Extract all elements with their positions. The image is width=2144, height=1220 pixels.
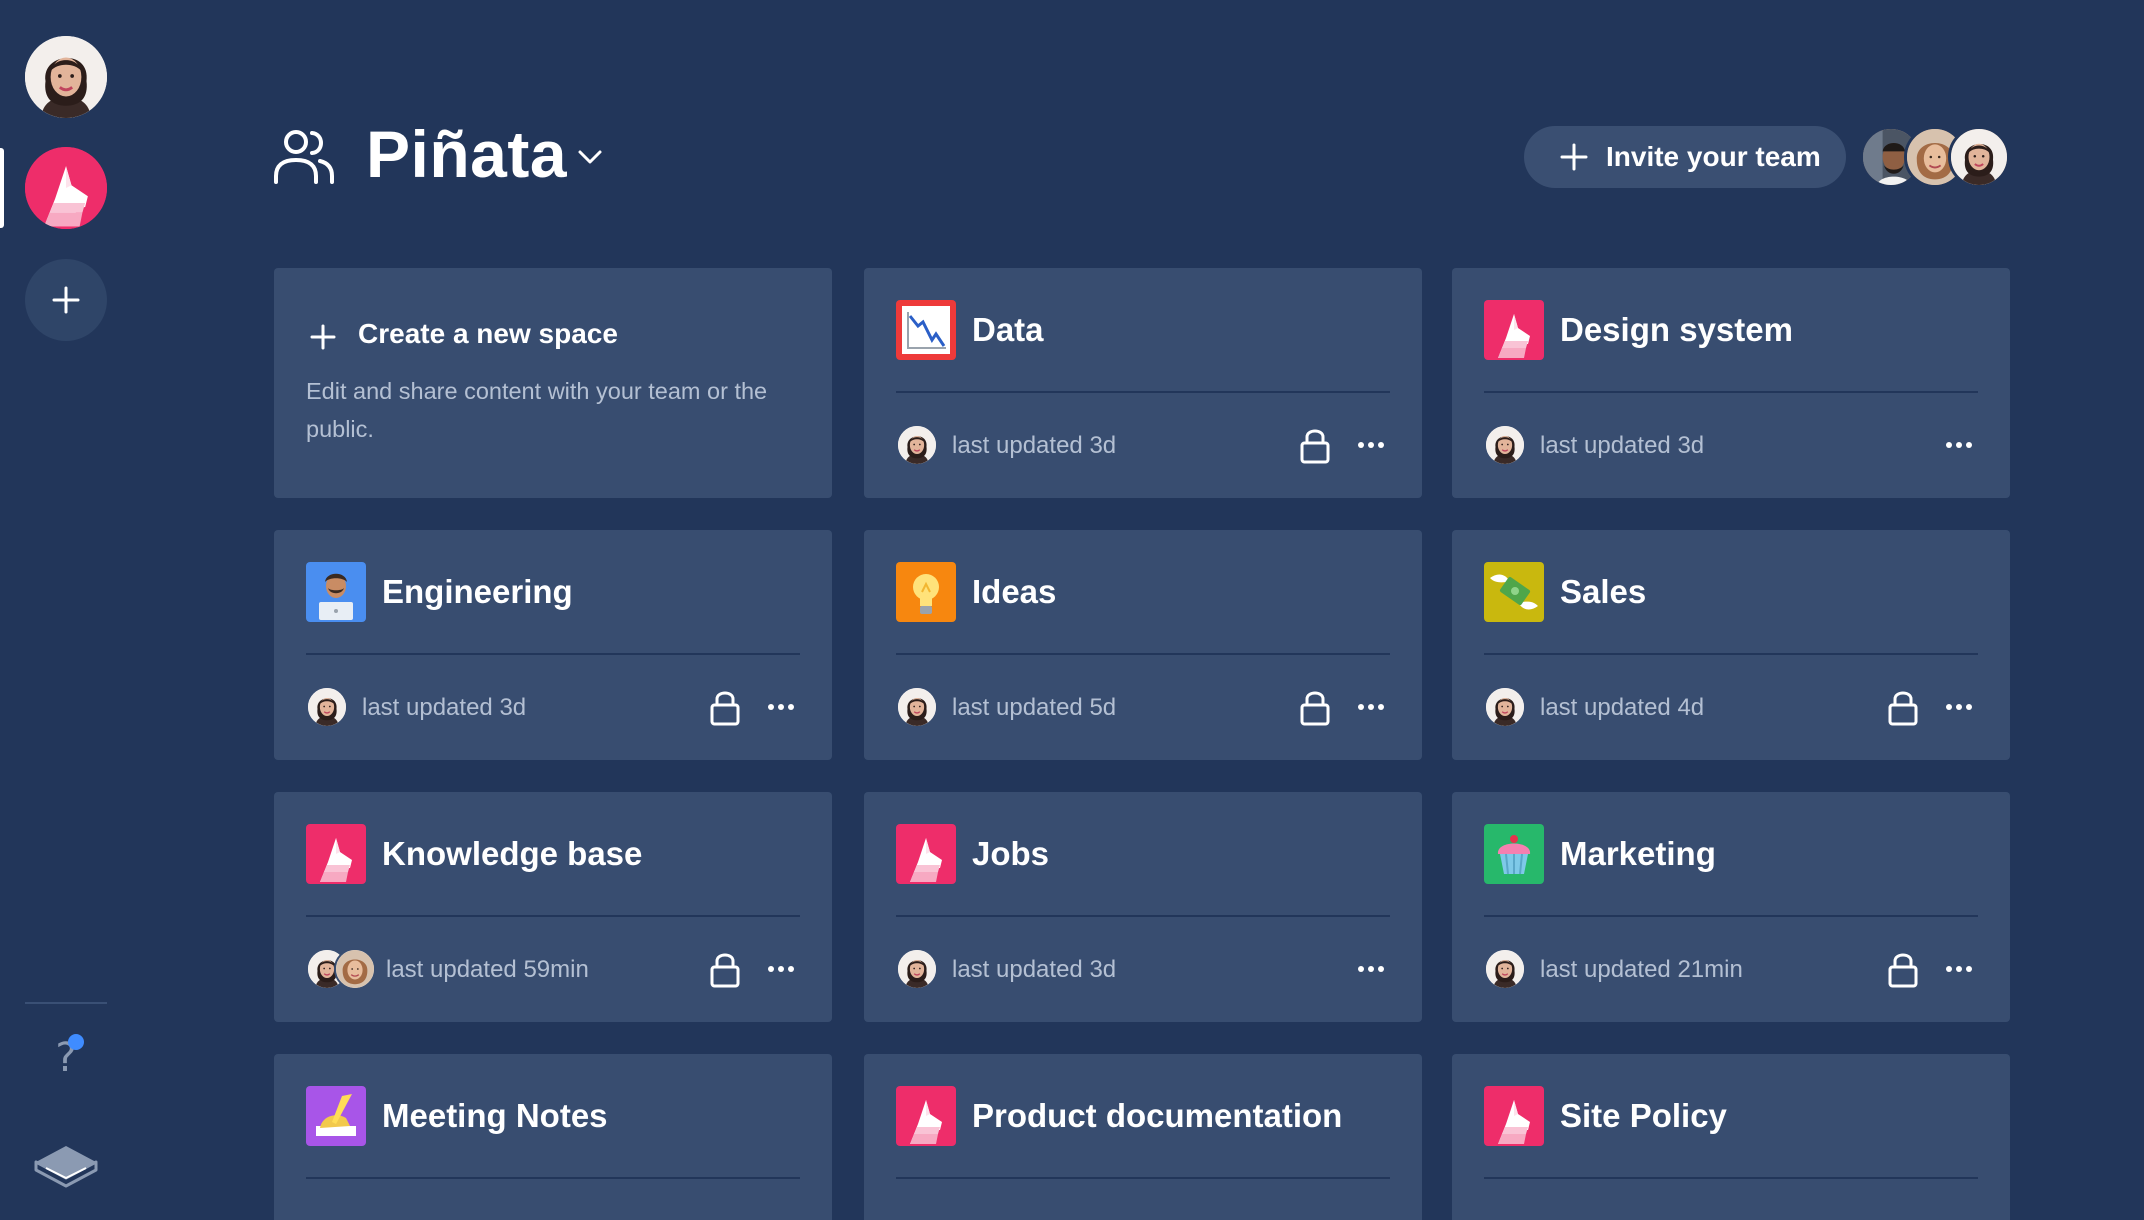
plus-icon bbox=[310, 324, 336, 350]
help-button[interactable]: ? bbox=[42, 1030, 90, 1086]
chart-down-icon bbox=[896, 300, 956, 360]
space-card-jobs[interactable]: Jobs last updated 3d bbox=[864, 792, 1422, 1022]
lock-icon bbox=[708, 950, 742, 988]
last-updated-text: last updated 21min bbox=[1540, 956, 1743, 983]
more-options-icon[interactable] bbox=[1944, 696, 1974, 718]
space-card-meeting-notes[interactable]: Meeting Notes bbox=[274, 1054, 832, 1220]
avatar bbox=[896, 686, 938, 728]
plus-icon bbox=[52, 286, 80, 314]
left-rail: ? bbox=[0, 0, 132, 1220]
workspace-pinata-button[interactable] bbox=[25, 147, 107, 229]
pinata-logo-icon bbox=[306, 824, 366, 884]
space-title: Data bbox=[972, 311, 1044, 348]
avatar bbox=[1948, 126, 2010, 188]
last-updated-text: last updated 5d bbox=[952, 694, 1117, 721]
lock-icon bbox=[1886, 688, 1920, 726]
more-options-icon[interactable] bbox=[1356, 434, 1386, 456]
space-card-data[interactable]: Data last updated 3d bbox=[864, 268, 1422, 498]
cupcake-icon bbox=[1484, 824, 1544, 884]
space-card-knowledge-base[interactable]: Knowledge base last updated 59min bbox=[274, 792, 832, 1022]
create-space-description: Edit and share content with your team or… bbox=[306, 378, 768, 442]
pinata-logo-icon bbox=[896, 824, 956, 884]
more-options-icon[interactable] bbox=[1944, 958, 1974, 980]
rail-divider bbox=[25, 1002, 107, 1004]
space-title: Site Policy bbox=[1560, 1097, 1727, 1134]
notification-dot bbox=[68, 1034, 84, 1050]
invite-team-label: Invite your team bbox=[1606, 141, 1821, 172]
space-card-product-documentation[interactable]: Product documentation bbox=[864, 1054, 1422, 1220]
avatar bbox=[334, 948, 376, 990]
lock-icon bbox=[1886, 950, 1920, 988]
create-space-card[interactable]: Create a new space Edit and share conten… bbox=[274, 268, 832, 498]
last-updated-text: last updated 4d bbox=[1540, 694, 1705, 721]
user-avatar[interactable] bbox=[25, 36, 107, 118]
space-card-marketing[interactable]: Marketing last updated 21min bbox=[1452, 792, 2010, 1022]
more-options-icon[interactable] bbox=[1944, 434, 1974, 456]
pinata-logo-icon bbox=[896, 1086, 956, 1146]
lock-icon bbox=[1298, 426, 1332, 464]
avatar bbox=[1484, 686, 1526, 728]
money-wings-icon bbox=[1484, 562, 1544, 622]
add-workspace-button[interactable] bbox=[25, 259, 107, 341]
space-title: Product documentation bbox=[972, 1097, 1343, 1134]
last-updated-text: last updated 3d bbox=[362, 694, 527, 721]
pinata-logo-icon bbox=[1484, 1086, 1544, 1146]
writing-hand-icon bbox=[306, 1086, 366, 1146]
page-title: Piñata bbox=[366, 117, 568, 191]
last-updated-text: last updated 3d bbox=[1540, 432, 1705, 459]
lock-icon bbox=[708, 688, 742, 726]
space-card-ideas[interactable]: Ideas last updated 5d bbox=[864, 530, 1422, 760]
book-icon[interactable] bbox=[32, 1132, 100, 1188]
plus-icon bbox=[1560, 143, 1588, 171]
user-avatar-image bbox=[25, 36, 107, 118]
last-updated-text: last updated 3d bbox=[952, 432, 1117, 459]
space-title: Meeting Notes bbox=[382, 1097, 608, 1134]
avatar bbox=[896, 948, 938, 990]
pinata-logo-icon bbox=[1484, 300, 1544, 360]
more-options-icon[interactable] bbox=[766, 696, 796, 718]
more-options-icon[interactable] bbox=[1356, 696, 1386, 718]
space-title: Marketing bbox=[1560, 835, 1716, 872]
space-title: Jobs bbox=[972, 835, 1050, 872]
avatar bbox=[896, 424, 938, 466]
chevron-down-icon[interactable] bbox=[576, 146, 604, 168]
space-title: Design system bbox=[1560, 311, 1793, 348]
lightbulb-icon bbox=[896, 562, 956, 622]
space-card-design-system[interactable]: Design system last updated 3d bbox=[1452, 268, 2010, 498]
space-title: Engineering bbox=[382, 573, 573, 610]
space-card-sales[interactable]: Sales last updated 4d bbox=[1452, 530, 2010, 760]
space-card-engineering[interactable]: Engineering last updated 3d bbox=[274, 530, 832, 760]
avatar bbox=[1484, 424, 1526, 466]
active-workspace-indicator bbox=[0, 148, 4, 228]
team-icon bbox=[274, 130, 334, 184]
create-space-title: Create a new space bbox=[358, 318, 618, 349]
team-members-avatars[interactable] bbox=[1860, 126, 2012, 188]
pinata-logo-icon bbox=[25, 147, 107, 229]
avatar bbox=[1484, 948, 1526, 990]
space-card-site-policy[interactable]: Site Policy bbox=[1452, 1054, 2010, 1220]
last-updated-text: last updated 3d bbox=[952, 956, 1117, 983]
lock-icon bbox=[1298, 688, 1332, 726]
space-title: Ideas bbox=[972, 573, 1057, 610]
avatar bbox=[306, 686, 348, 728]
more-options-icon[interactable] bbox=[1356, 958, 1386, 980]
space-title: Knowledge base bbox=[382, 835, 643, 872]
more-options-icon[interactable] bbox=[766, 958, 796, 980]
last-updated-text: last updated 59min bbox=[386, 956, 589, 983]
space-title: Sales bbox=[1560, 573, 1647, 610]
invite-team-button[interactable]: Invite your team bbox=[1524, 126, 1846, 188]
technologist-icon bbox=[306, 562, 366, 622]
